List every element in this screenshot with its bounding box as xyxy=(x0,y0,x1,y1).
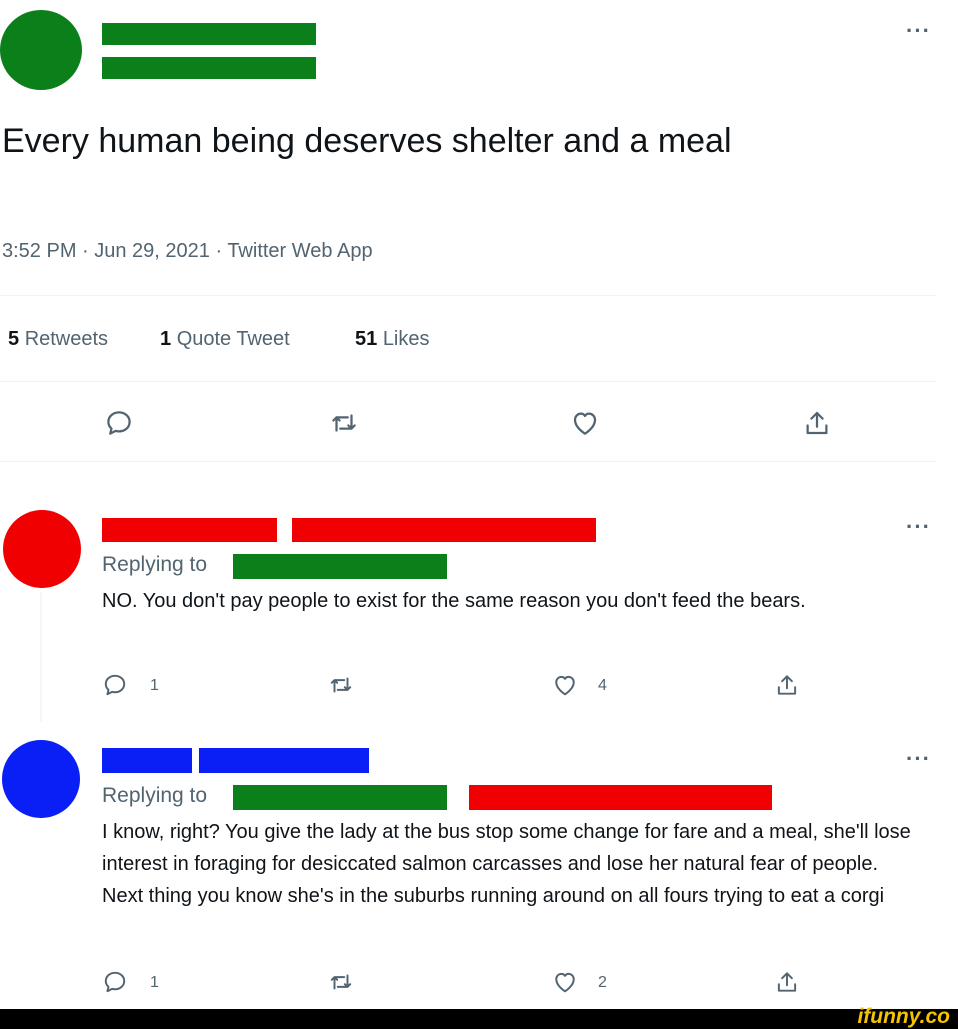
retweets-stat[interactable]: 5 Retweets xyxy=(8,328,108,351)
brand-watermark: ifunny.co xyxy=(857,1005,950,1028)
likes-stat[interactable]: 51 Likes xyxy=(355,328,430,351)
quotes-count: 1 xyxy=(160,328,172,350)
divider xyxy=(0,381,936,382)
likes-count: 51 xyxy=(355,328,378,350)
thread-line xyxy=(40,592,42,722)
reply2-avatar[interactable] xyxy=(2,740,80,818)
replying-to-handle-redacted[interactable] xyxy=(469,785,772,810)
reply-count: 1 xyxy=(150,974,159,991)
reply2-name-redacted[interactable] xyxy=(102,748,192,773)
reply1-text: NO. You don't pay people to exist for th… xyxy=(102,590,806,612)
replying-to-handle-redacted[interactable] xyxy=(233,554,447,579)
author-handle-redacted[interactable] xyxy=(102,57,316,79)
more-icon[interactable]: ··· xyxy=(906,20,931,42)
retweet-icon[interactable] xyxy=(326,670,356,700)
reply1-handle-redacted[interactable] xyxy=(292,518,596,542)
like-icon[interactable] xyxy=(568,406,602,440)
more-icon[interactable]: ··· xyxy=(906,516,931,538)
reply2-handle-redacted[interactable] xyxy=(199,748,369,773)
replying-to-label: Replying to xyxy=(102,784,208,807)
share-icon[interactable] xyxy=(800,406,834,440)
tweet-timestamp[interactable]: 3:52 PM · Jun 29, 2021 · Twitter Web App xyxy=(2,240,373,263)
like-count: 2 xyxy=(598,974,607,991)
reply-icon[interactable] xyxy=(100,967,130,997)
like-icon[interactable] xyxy=(550,967,580,997)
author-avatar[interactable] xyxy=(0,10,82,90)
quote-tweets-stat[interactable]: 1 Quote Tweet xyxy=(160,328,290,351)
retweet-icon[interactable] xyxy=(327,406,361,440)
divider xyxy=(0,295,936,296)
reply-icon[interactable] xyxy=(102,406,136,440)
reply-icon[interactable] xyxy=(100,670,130,700)
like-icon[interactable] xyxy=(550,670,580,700)
retweet-icon[interactable] xyxy=(326,967,356,997)
reply1-name-redacted[interactable] xyxy=(102,518,277,542)
tweet-text: Every human being deserves shelter and a… xyxy=(2,122,732,160)
share-icon[interactable] xyxy=(772,967,802,997)
retweets-label: Retweets xyxy=(24,328,109,350)
share-icon[interactable] xyxy=(772,670,802,700)
reply2-text: I know, right? You give the lady at the … xyxy=(102,821,911,907)
reply-count: 1 xyxy=(150,677,159,694)
reply1-avatar[interactable] xyxy=(3,510,81,588)
retweets-count: 5 xyxy=(8,328,20,350)
more-icon[interactable]: ··· xyxy=(906,748,931,770)
replying-to-label: Replying to xyxy=(102,553,208,576)
author-name-redacted[interactable] xyxy=(102,23,316,45)
like-count: 4 xyxy=(598,677,607,694)
divider xyxy=(0,461,936,462)
likes-label: Likes xyxy=(382,328,430,350)
replying-to-handle-redacted[interactable] xyxy=(233,785,447,810)
quotes-label: Quote Tweet xyxy=(176,328,290,350)
watermark-bar: ifunny.co xyxy=(0,1005,958,1029)
